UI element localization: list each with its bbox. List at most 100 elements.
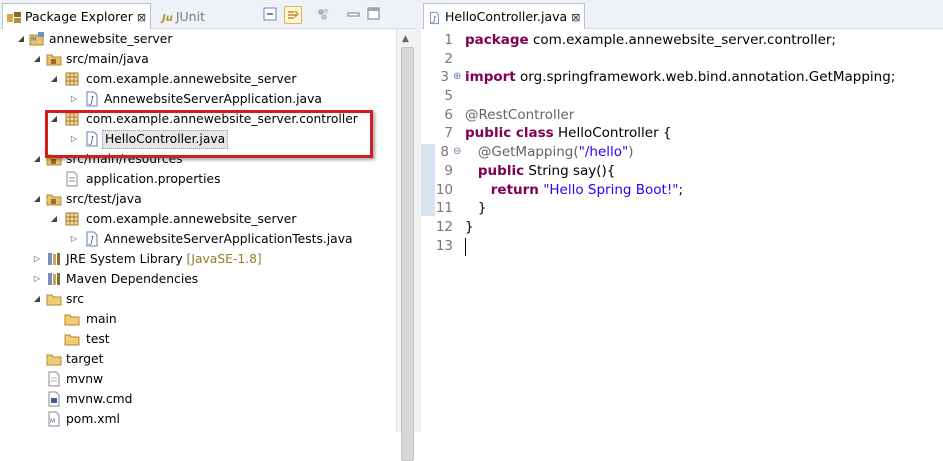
tab-junit[interactable]: Ju JUnit [158,4,209,29]
tree-item-package[interactable]: ◢ com.example.annewebsite_server [0,69,390,89]
line-number: 9 [444,163,453,179]
scroll-up-icon[interactable]: ▲ [402,34,409,44]
tree-item-label: src/test/java [66,192,142,206]
tree-item-label: main [86,312,117,326]
tree-item-label: com.example.annewebsite_server [86,72,297,86]
tab-package-explorer[interactable]: Package Explorer ⊠ [2,3,152,29]
close-icon[interactable]: ⊠ [137,11,146,24]
view-menu-icon[interactable] [316,6,332,22]
tree-item-jre-library[interactable]: ▷ JRE System Library [JavaSE-1.8] [0,249,390,269]
line-number: 1 [444,32,453,48]
line-number: 3 [440,69,449,85]
code-line: @RestController [465,107,574,123]
project-icon: M [29,32,44,46]
expanded-arrow-icon[interactable]: ◢ [50,215,58,223]
code-text: String say(){ [524,163,616,179]
code-text: HelloController { [553,125,672,141]
link-with-editor-button[interactable] [284,6,302,24]
java-file-icon: J [86,231,98,247]
tree-item-mvnw-cmd[interactable]: mvnw.cmd [0,389,390,409]
tree-item-test-folder[interactable]: test [0,329,390,349]
code-text: org.springframework.web.bind.annotation.… [515,69,896,85]
expanded-arrow-icon[interactable]: ◢ [33,55,41,63]
tree-item-maven-dependencies[interactable]: ▷ Maven Dependencies [0,269,390,289]
maximize-icon[interactable] [366,6,382,22]
line-number: 6 [444,107,453,123]
line-number: 2 [444,51,453,67]
code-annotation-tail: ) [628,144,634,160]
tab-hello-controller[interactable]: J HelloController.java ⊠ [423,3,586,29]
tree-item-java-file[interactable]: ▷ J AnnewebsiteServerApplication.java [0,89,390,109]
tree-item-properties[interactable]: application.properties [0,169,390,189]
editor-tabbar: J HelloController.java ⊠ [421,0,943,29]
collapsed-arrow-icon[interactable]: ▷ [70,95,78,103]
code-text: } [477,200,487,216]
code-line: import org.springframework.web.bind.anno… [465,69,895,85]
expanded-arrow-icon[interactable]: ◢ [33,295,41,303]
code-line: return "Hello Spring Boot!"; [465,182,683,198]
tree-item-src-main-java[interactable]: ◢ src/main/java [0,49,390,69]
collapsed-arrow-icon[interactable]: ▷ [70,235,78,243]
tree-item-main-folder[interactable]: main [0,309,390,329]
code-text: ; [678,182,684,198]
expanded-arrow-icon[interactable]: ◢ [33,155,41,163]
tree-item-label: AnnewebsiteServerApplication.java [104,92,322,106]
collapse-all-icon[interactable] [262,6,278,22]
tab-package-explorer-label: Package Explorer [25,9,133,24]
code-annotation: @GetMapping( [477,144,579,160]
tree-item-label: application.properties [86,172,221,186]
code-string: "Hello Spring Boot!" [538,182,679,198]
tree-item-mvnw[interactable]: mvnw [0,369,390,389]
line-number: 11 [435,200,453,216]
code-keyword: import [465,69,516,85]
fold-expand-icon[interactable]: ⊕ [453,71,461,82]
minimize-icon[interactable] [346,6,362,22]
code-line: public class HelloController { [465,125,672,141]
text-cursor [465,238,466,256]
code-string: "/hello" [578,144,629,160]
scrollbar-thumb[interactable] [401,47,414,461]
expanded-arrow-icon[interactable]: ◢ [50,75,58,83]
vertical-scrollbar[interactable]: ▲ [396,29,417,461]
tree-item-src-folder[interactable]: ◢ src [0,289,390,309]
code-editor[interactable]: 1 2 3 5 6 7 8 9 10 11 12 13 ⊕ ⊖ package … [421,29,943,432]
collapsed-arrow-icon[interactable]: ▷ [33,255,41,263]
close-icon[interactable]: ⊠ [571,11,580,24]
folder-icon [64,334,80,346]
tree-item-src-test-java[interactable]: ◢ src/test/java [0,189,390,209]
highlight-annotation-box [45,110,373,158]
tree-item-target-folder[interactable]: target [0,349,390,369]
java-file-icon: J [86,91,98,107]
library-decoration: [JavaSE-1.8] [186,252,262,266]
folder-icon [46,294,62,306]
tree-item-label: mvnw.cmd [66,392,133,406]
expanded-arrow-icon[interactable]: ◢ [17,35,25,43]
package-explorer-tabbar: Package Explorer ⊠ Ju JUnit [0,0,416,29]
tree-item-project[interactable]: ◢ M annewebsite_server [0,29,390,49]
tree-item-label: pom.xml [66,412,120,426]
code-line: public String say(){ [465,163,616,179]
editor-view: J HelloController.java ⊠ 1 2 3 5 6 7 8 9 … [421,0,943,432]
junit-icon: Ju [162,13,173,24]
properties-file-icon [66,171,78,187]
svg-text:M: M [50,418,55,425]
fold-collapse-icon[interactable]: ⊖ [453,146,461,157]
xml-file-icon: M [48,411,60,427]
line-number: 5 [444,88,453,104]
line-number: 7 [444,125,453,141]
line-number: 8 [440,144,449,160]
collapsed-arrow-icon[interactable]: ▷ [33,275,41,283]
tree-item-test-package[interactable]: ◢ com.example.annewebsite_server [0,209,390,229]
tree-item-label: mvnw [66,372,104,386]
tree-item-pom-xml[interactable]: M pom.xml [0,409,390,429]
tree-item-label: src/main/java [66,52,149,66]
expanded-arrow-icon[interactable]: ◢ [33,195,41,203]
source-folder-icon [46,194,62,206]
tree-item-test-java-file[interactable]: ▷ J AnnewebsiteServerApplicationTests.ja… [0,229,390,249]
package-explorer-view: Package Explorer ⊠ Ju JUnit ◢ M annewebs… [0,0,417,461]
source-folder-icon [46,54,62,66]
tree-item-label: Maven Dependencies [66,272,199,286]
